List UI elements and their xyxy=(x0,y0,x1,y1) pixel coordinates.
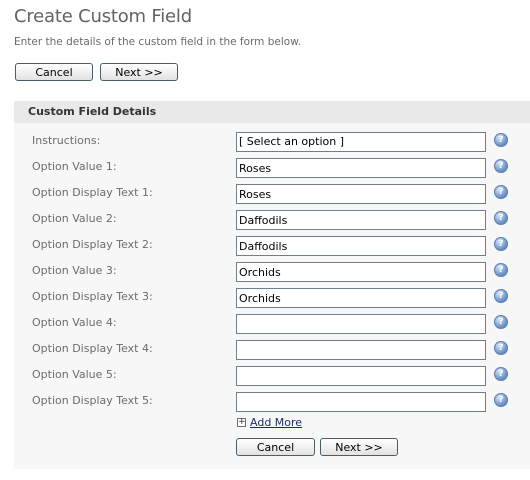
help-icon[interactable]: ? xyxy=(494,133,508,147)
option-display-text-4-field[interactable] xyxy=(236,340,486,360)
top-cancel-button[interactable]: Cancel xyxy=(15,63,93,81)
option-display-text-2-field[interactable] xyxy=(236,236,486,256)
option-value-4-field[interactable] xyxy=(236,314,486,334)
help-icon[interactable]: ? xyxy=(494,211,508,225)
option-display-text-5-label: Option Display Text 5: xyxy=(32,394,153,407)
help-icon[interactable]: ? xyxy=(494,289,508,303)
top-next-button[interactable]: Next >> xyxy=(100,63,178,81)
instructions-select[interactable]: [ Select an option ] xyxy=(236,132,486,152)
option-value-1-field[interactable] xyxy=(236,158,486,178)
help-icon[interactable]: ? xyxy=(494,315,508,329)
help-icon[interactable]: ? xyxy=(494,367,508,381)
help-icon[interactable]: ? xyxy=(494,263,508,277)
option-display-text-5-field[interactable] xyxy=(236,392,486,412)
option-value-1-label: Option Value 1: xyxy=(32,160,117,173)
option-display-text-3-label: Option Display Text 3: xyxy=(32,290,153,303)
option-value-2-field[interactable] xyxy=(236,210,486,230)
help-icon[interactable]: ? xyxy=(494,393,508,407)
bottom-next-button[interactable]: Next >> xyxy=(320,438,398,456)
help-icon[interactable]: ? xyxy=(494,341,508,355)
option-display-text-2-label: Option Display Text 2: xyxy=(32,238,153,251)
option-value-4-label: Option Value 4: xyxy=(32,316,117,329)
option-value-5-label: Option Value 5: xyxy=(32,368,117,381)
option-display-text-4-label: Option Display Text 4: xyxy=(32,342,153,355)
add-more-link[interactable]: Add More xyxy=(250,416,302,429)
option-value-2-label: Option Value 2: xyxy=(32,212,117,225)
option-display-text-1-field[interactable] xyxy=(236,184,486,204)
page-subtitle: Enter the details of the custom field in… xyxy=(14,36,302,48)
help-icon[interactable]: ? xyxy=(494,237,508,251)
panel-header: Custom Field Details xyxy=(14,101,530,123)
option-display-text-3-field[interactable] xyxy=(236,288,486,308)
option-display-text-1-label: Option Display Text 1: xyxy=(32,186,153,199)
bottom-cancel-button[interactable]: Cancel xyxy=(236,438,315,456)
instructions-label: Instructions: xyxy=(32,134,101,147)
plus-box-icon[interactable]: + xyxy=(237,418,246,427)
option-value-5-field[interactable] xyxy=(236,366,486,386)
option-value-3-field[interactable] xyxy=(236,262,486,282)
help-icon[interactable]: ? xyxy=(494,185,508,199)
help-icon[interactable]: ? xyxy=(494,159,508,173)
option-value-3-label: Option Value 3: xyxy=(32,264,117,277)
custom-field-details-panel: Custom Field Details xyxy=(14,101,530,469)
page-title: Create Custom Field xyxy=(14,6,192,27)
panel-header-title: Custom Field Details xyxy=(28,105,157,118)
